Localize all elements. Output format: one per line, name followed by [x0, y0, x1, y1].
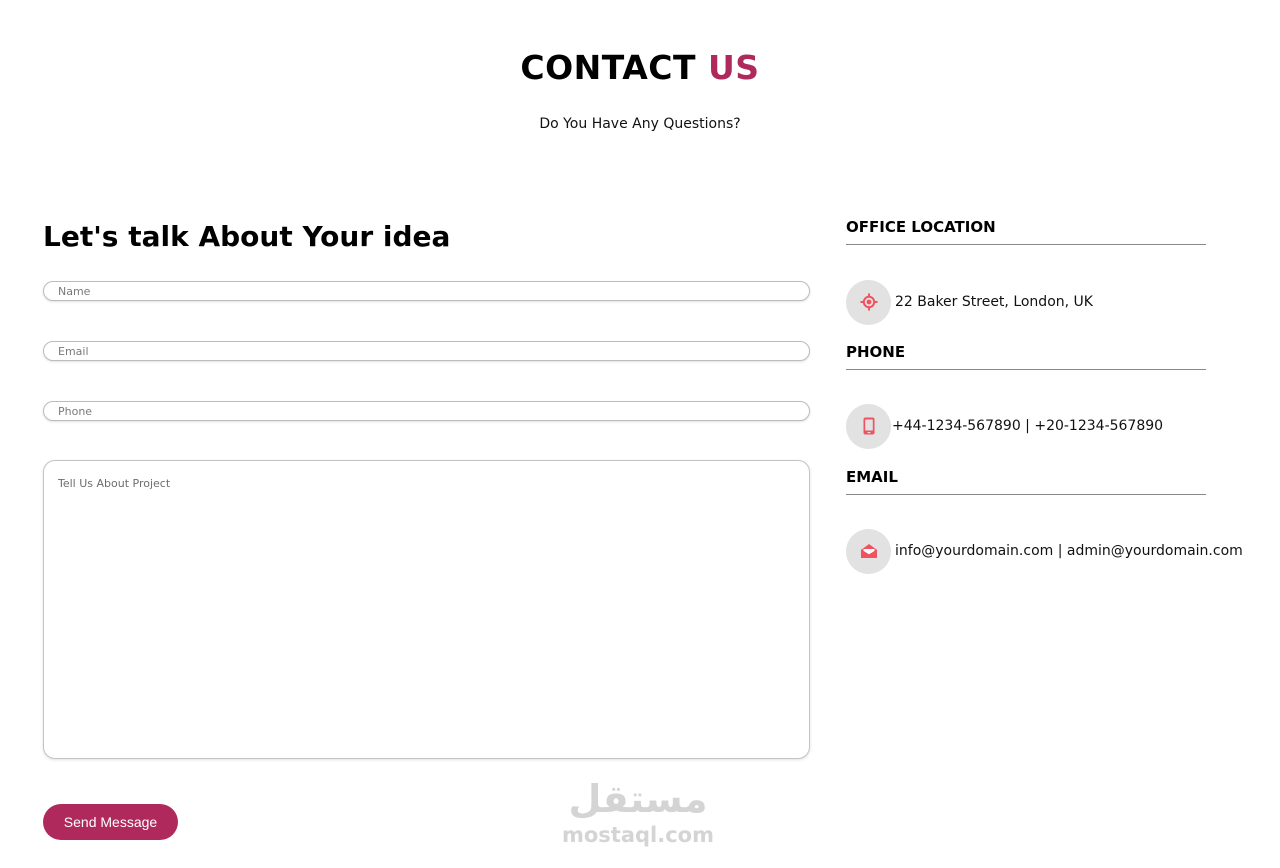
location-target-icon	[846, 279, 891, 325]
form-heading: Let's talk About Your idea	[43, 220, 451, 253]
phone-row: +44-1234-567890 | +20-1234-567890	[846, 403, 1163, 449]
open-envelope-icon	[846, 528, 891, 574]
page-subtitle: Do You Have Any Questions?	[539, 116, 741, 132]
email-heading: EMAIL	[846, 468, 1206, 495]
email-row: info@yourdomain.com | admin@yourdomain.c…	[846, 528, 1243, 574]
send-message-button[interactable]: Send Message	[43, 804, 178, 840]
phone-input[interactable]	[43, 401, 810, 421]
title-accent: US	[708, 48, 760, 87]
title-main: CONTACT	[520, 48, 697, 87]
email-input[interactable]	[43, 341, 810, 361]
office-address: 22 Baker Street, London, UK	[895, 294, 1093, 310]
phone-numbers: +44-1234-567890 | +20-1234-567890	[892, 418, 1164, 434]
mobile-phone-icon	[846, 403, 891, 449]
office-location-heading: OFFICE LOCATION	[846, 218, 1206, 245]
page-title: CONTACT US	[0, 48, 1280, 87]
phone-heading: PHONE	[846, 343, 1206, 370]
watermark-latin: mostaql.com	[562, 823, 714, 847]
mostaql-watermark: مستقل mostaql.com	[548, 776, 728, 856]
name-input[interactable]	[43, 281, 810, 301]
watermark-arabic: مستقل	[568, 777, 708, 821]
office-location-row: 22 Baker Street, London, UK	[846, 279, 1093, 325]
project-message-textarea[interactable]	[43, 460, 810, 759]
email-addresses: info@yourdomain.com | admin@yourdomain.c…	[895, 543, 1243, 559]
